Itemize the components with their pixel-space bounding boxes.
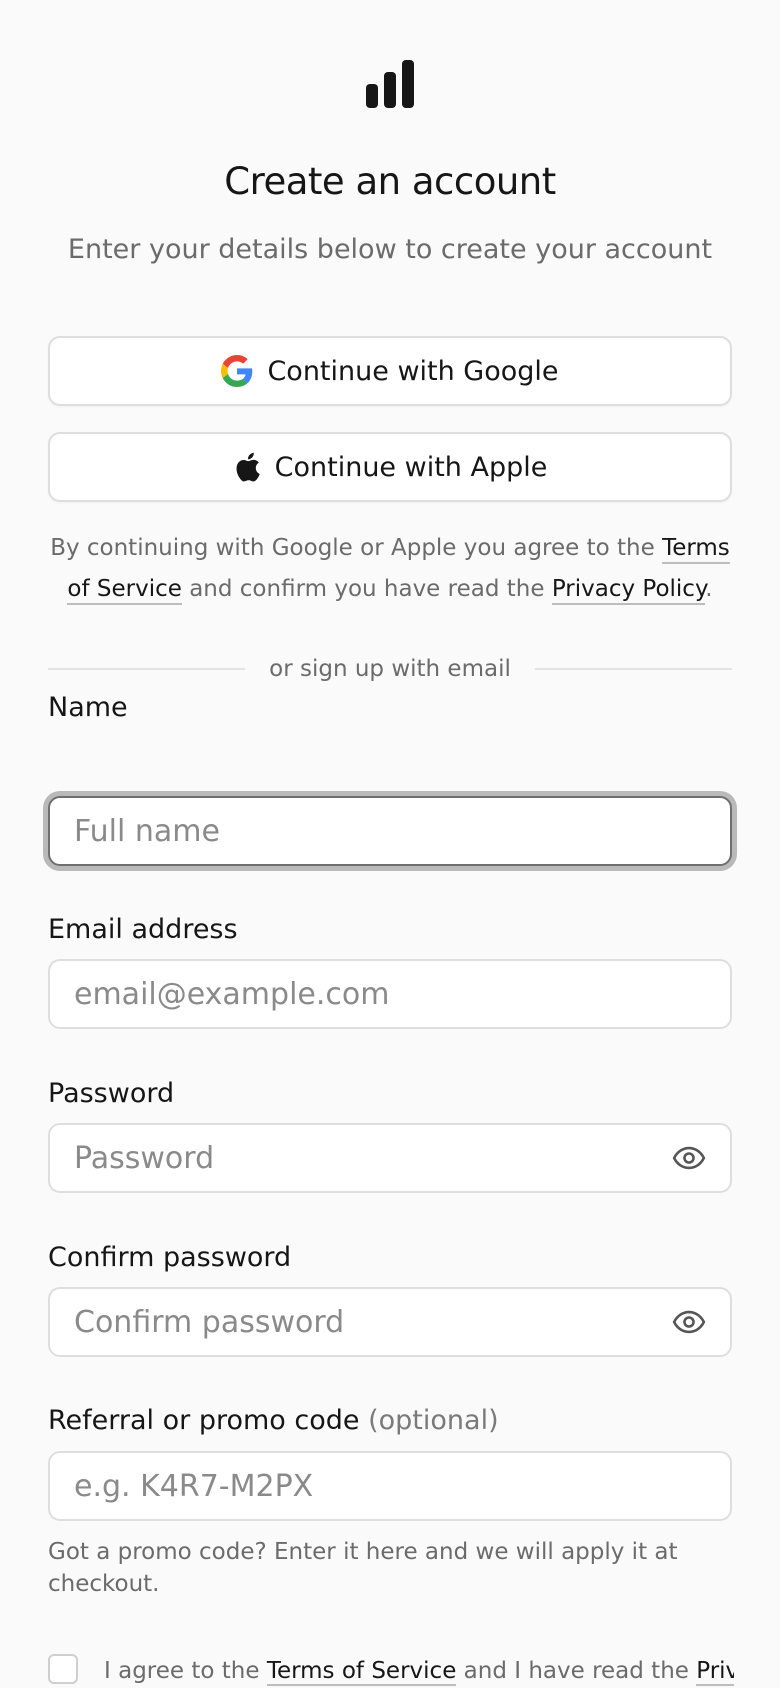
- password-label: Password: [48, 1078, 175, 1109]
- divider-text: or sign up with email: [269, 656, 511, 682]
- google-icon: [221, 355, 253, 387]
- google-button-label: Continue with Google: [267, 355, 559, 387]
- agree-terms-link[interactable]: Terms of Service: [266, 1658, 457, 1686]
- promo-label-text: Referral or promo code: [48, 1405, 360, 1436]
- consent-prefix: By continuing with Google or Apple you a…: [50, 535, 663, 561]
- apple-icon: [236, 452, 260, 482]
- agree-prefix: I agree to the: [104, 1658, 267, 1684]
- optional-tag: (optional): [368, 1405, 499, 1436]
- name-label: Name: [48, 692, 128, 723]
- password-input[interactable]: [50, 1125, 730, 1191]
- eye-icon[interactable]: [672, 1141, 706, 1175]
- promo-helper-text: Got a promo code? Enter it here and we w…: [48, 1539, 678, 1597]
- email-field: [48, 959, 732, 1029]
- email-label: Email address: [48, 914, 238, 945]
- consent-middle: and confirm you have read the: [181, 576, 552, 602]
- promo-code-label: Referral or promo code (optional): [48, 1405, 499, 1436]
- agree-checkbox[interactable]: [48, 1654, 78, 1684]
- privacy-policy-link[interactable]: Privacy Policy: [551, 576, 706, 605]
- promo-code-input[interactable]: [50, 1453, 730, 1519]
- signup-page: Create an account Enter your details bel…: [0, 0, 780, 1688]
- social-consent-text: By continuing with Google or Apple you a…: [48, 528, 732, 610]
- email-input[interactable]: [50, 961, 730, 1027]
- apple-button-label: Continue with Apple: [274, 451, 548, 483]
- agree-text: I agree to the Terms of Service and I ha…: [104, 1654, 734, 1688]
- email-divider: or sign up with email: [48, 652, 733, 686]
- consent-suffix: .: [705, 576, 713, 602]
- continue-with-google-button[interactable]: Continue with Google: [48, 336, 732, 406]
- divider-line-right: [534, 668, 733, 670]
- name-field: [48, 796, 732, 866]
- name-input[interactable]: [50, 798, 730, 864]
- agree-privacy-link[interactable]: Privacy: [696, 1658, 734, 1686]
- page-title: Create an account: [224, 160, 556, 203]
- divider-line-left: [48, 668, 246, 670]
- continue-with-apple-button[interactable]: Continue with Apple: [48, 432, 732, 502]
- password-field: [48, 1123, 732, 1193]
- page-subtitle: Enter your details below to create your …: [67, 234, 713, 265]
- eye-icon[interactable]: [672, 1305, 706, 1339]
- confirm-password-field: [48, 1287, 732, 1357]
- confirm-password-label: Confirm password: [48, 1242, 292, 1273]
- bar-chart-icon: [366, 60, 414, 108]
- agree-middle: and I have read the: [456, 1658, 697, 1684]
- promo-code-field: [48, 1451, 732, 1521]
- confirm-password-input[interactable]: [50, 1289, 730, 1355]
